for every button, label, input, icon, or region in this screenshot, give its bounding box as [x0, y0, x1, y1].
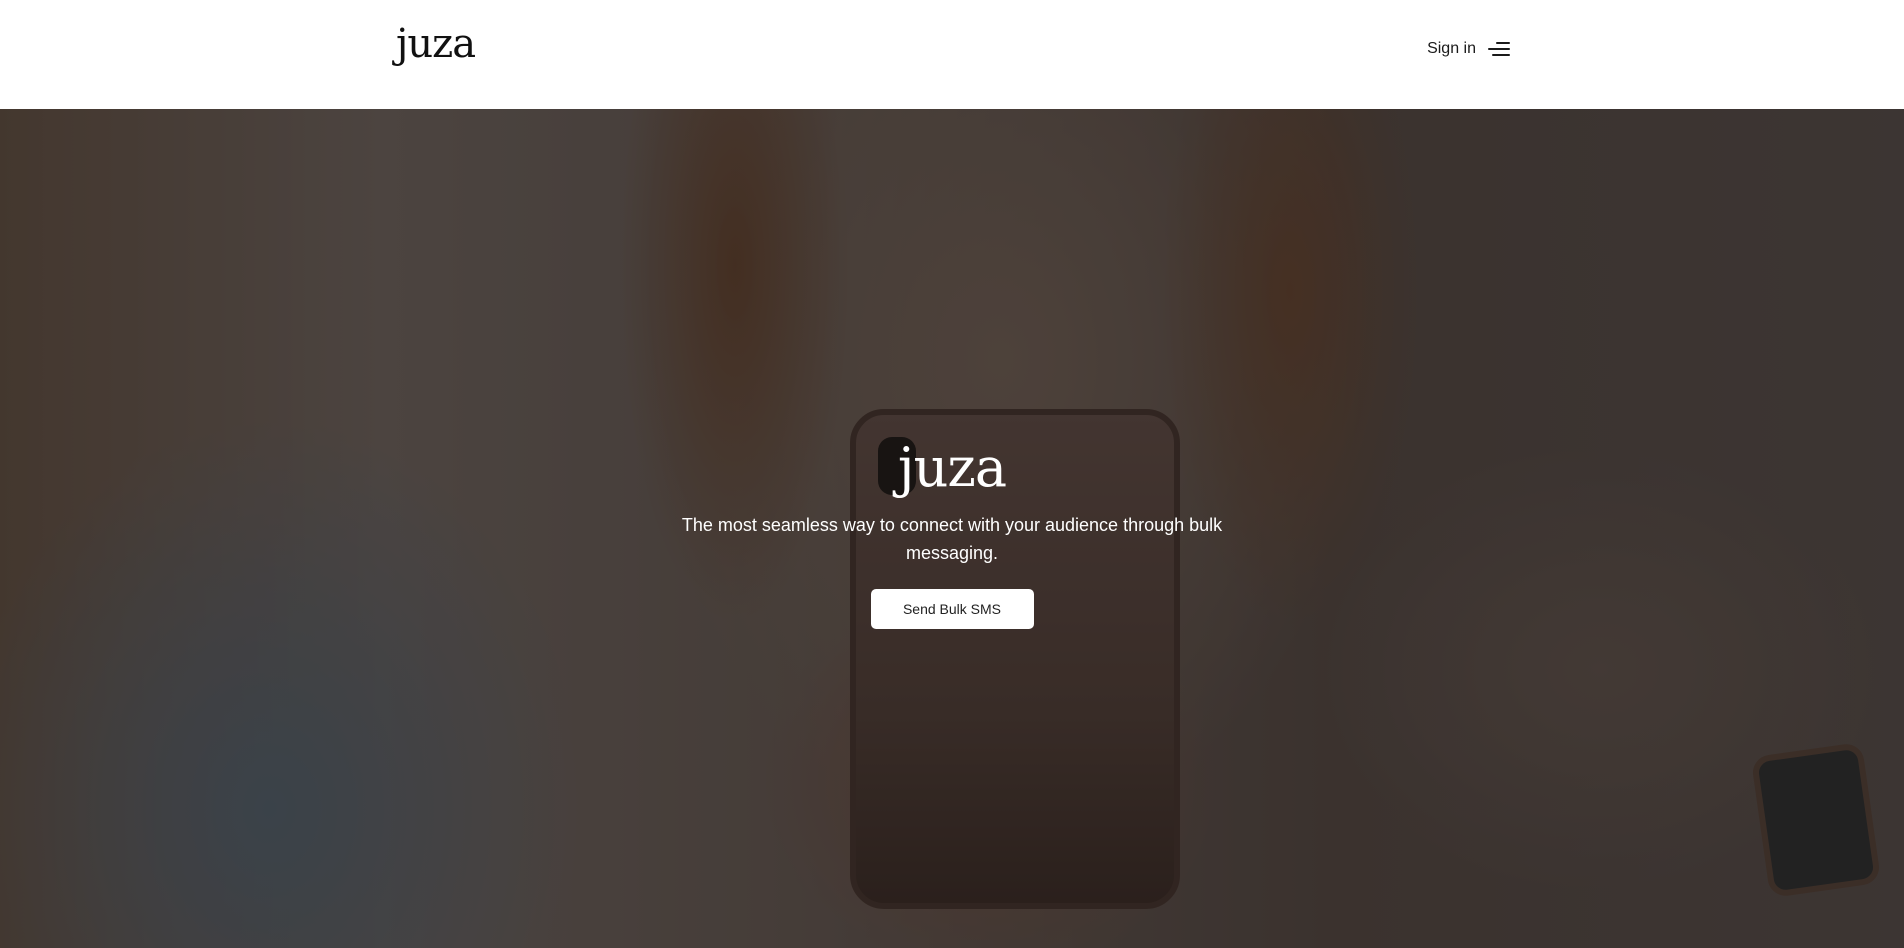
hero-logo: juza — [897, 436, 1007, 499]
hero-section: juza The most seamless way to connect wi… — [0, 109, 1904, 948]
send-bulk-sms-button[interactable]: Send Bulk SMS — [870, 589, 1034, 629]
hamburger-menu-icon[interactable] — [1488, 40, 1510, 58]
header-nav: Sign in — [1427, 40, 1510, 58]
site-header: juza Sign in — [0, 0, 1904, 109]
menu-bar-top — [1496, 42, 1510, 44]
menu-bar-bottom — [1492, 54, 1510, 56]
brand-logo[interactable]: juza — [396, 24, 476, 64]
hero-tagline: The most seamless way to connect with yo… — [681, 515, 1223, 563]
sign-in-link[interactable]: Sign in — [1427, 40, 1476, 58]
hero-content: juza The most seamless way to connect wi… — [0, 109, 1904, 948]
menu-bar-middle — [1488, 48, 1510, 50]
